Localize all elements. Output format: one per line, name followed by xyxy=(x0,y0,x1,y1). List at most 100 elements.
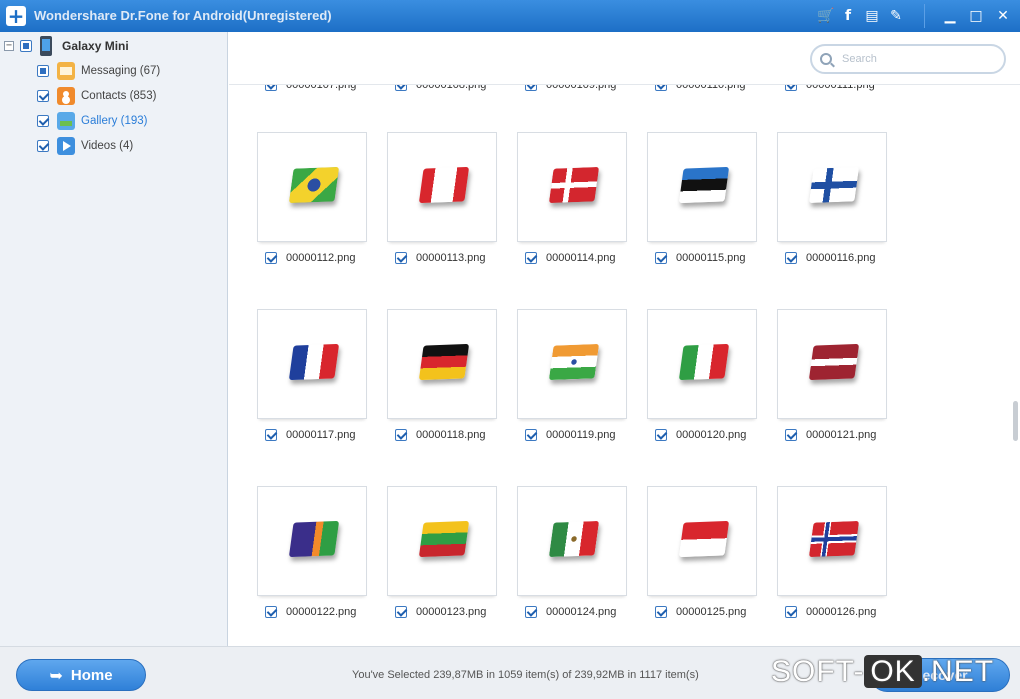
thumbnail-frame[interactable] xyxy=(387,486,497,596)
tree-device-galaxy-mini[interactable]: − Galaxy Mini xyxy=(4,36,129,56)
thumbnail-frame[interactable] xyxy=(387,132,497,242)
thumbnail-checkbox[interactable] xyxy=(525,85,537,91)
thumbnail-checkbox[interactable] xyxy=(395,606,407,618)
contacts-checkbox[interactable] xyxy=(37,90,49,102)
thumbnail-checkbox[interactable] xyxy=(785,606,797,618)
thumbnail-checkbox[interactable] xyxy=(655,85,667,91)
thumbnail-frame[interactable] xyxy=(777,309,887,419)
thumbnail-label[interactable]: 00000108.png xyxy=(395,85,486,91)
thumbnail-checkbox[interactable] xyxy=(395,85,407,91)
messaging-checkbox[interactable] xyxy=(37,65,49,77)
thumbnail-checkbox[interactable] xyxy=(525,429,537,441)
thumbnail-checkbox[interactable] xyxy=(525,252,537,264)
thumbnail-checkbox[interactable] xyxy=(265,606,277,618)
videos-checkbox[interactable] xyxy=(37,140,49,152)
thumbnail-checkbox[interactable] xyxy=(525,606,537,618)
thumbnail-label[interactable]: 00000107.png xyxy=(265,85,356,91)
thumbnail-label[interactable]: 00000109.png xyxy=(525,85,616,91)
minimize-icon[interactable]: ▁ xyxy=(940,6,960,26)
thumbnail-label[interactable]: 00000114.png xyxy=(525,252,616,264)
thumbnail-checkbox[interactable] xyxy=(395,252,407,264)
thumbnail-label[interactable]: 00000112.png xyxy=(265,252,356,264)
sidebar-item-videos[interactable]: Videos (4) xyxy=(37,136,133,156)
thumbnail-label[interactable]: 00000118.png xyxy=(395,429,486,441)
thumbnail-label[interactable]: 00000121.png xyxy=(785,429,876,441)
gallery-thumbnail[interactable]: 00000126.png xyxy=(777,486,887,618)
thumbnail-checkbox[interactable] xyxy=(265,85,277,91)
gallery-thumbnail[interactable]: 00000122.png xyxy=(257,486,367,618)
thumbnail-frame[interactable] xyxy=(257,132,367,242)
gallery-thumbnail[interactable]: 00000113.png xyxy=(387,132,497,264)
thumbnail-frame[interactable] xyxy=(647,486,757,596)
gallery-thumbnail[interactable]: 00000114.png xyxy=(517,132,627,264)
thumbnail-filename: 00000118.png xyxy=(416,429,486,441)
thumbnail-frame[interactable] xyxy=(777,132,887,242)
thumbnail-label[interactable]: 00000125.png xyxy=(655,606,746,618)
thumbnail-checkbox[interactable] xyxy=(785,252,797,264)
sidebar-item-label: Gallery (193) xyxy=(81,115,148,127)
thumbnail-frame[interactable] xyxy=(647,309,757,419)
thumbnail-frame[interactable] xyxy=(517,309,627,419)
sidebar-item-contacts[interactable]: Contacts (853) xyxy=(37,86,156,106)
gallery-thumbnail[interactable]: 00000119.png xyxy=(517,309,627,441)
mexico-flag-icon xyxy=(548,520,600,558)
feedback-icon[interactable]: ✎ xyxy=(886,6,906,26)
thumbnail-frame[interactable] xyxy=(647,132,757,242)
thumbnail-label[interactable]: 00000116.png xyxy=(785,252,876,264)
thumbnail-frame[interactable] xyxy=(257,486,367,596)
chat-icon[interactable]: ▤ xyxy=(862,6,882,26)
thumbnail-label[interactable]: 00000110.png xyxy=(655,85,746,91)
gallery-thumbnail[interactable]: 00000124.png xyxy=(517,486,627,618)
gallery-thumbnail[interactable]: 00000121.png xyxy=(777,309,887,441)
gallery-thumbnail[interactable]: 00000117.png xyxy=(257,309,367,441)
sidebar-item-gallery[interactable]: Gallery (193) xyxy=(37,111,147,131)
maximize-icon[interactable]: □ xyxy=(966,6,986,26)
thumbnail-frame[interactable] xyxy=(517,486,627,596)
gallery-thumbnail[interactable]: 00000116.png xyxy=(777,132,887,264)
gallery-icon xyxy=(57,112,75,130)
thumbnail-label[interactable]: 00000113.png xyxy=(395,252,486,264)
thumbnail-frame[interactable] xyxy=(517,132,627,242)
thumbnail-frame[interactable] xyxy=(777,486,887,596)
gallery-thumbnail[interactable]: 00000123.png xyxy=(387,486,497,618)
home-button[interactable]: ➥ Home xyxy=(16,659,146,691)
thumbnail-checkbox[interactable] xyxy=(655,429,667,441)
thumbnail-label[interactable]: 00000115.png xyxy=(655,252,746,264)
gallery-checkbox[interactable] xyxy=(37,115,49,127)
thumbnail-label[interactable]: 00000111.png xyxy=(785,85,875,91)
sidebar-item-label: Contacts (853) xyxy=(81,90,157,102)
norway-flag-icon xyxy=(808,520,860,558)
search-input[interactable] xyxy=(842,53,982,65)
close-icon[interactable]: ✕ xyxy=(993,6,1013,26)
gallery-thumbnail[interactable]: 00000120.png xyxy=(647,309,757,441)
thumbnail-checkbox[interactable] xyxy=(785,85,797,91)
sidebar-item-messaging[interactable]: Messaging (67) xyxy=(37,61,160,81)
scrollbar-thumb[interactable] xyxy=(1013,401,1018,441)
thumbnail-label[interactable]: 00000126.png xyxy=(785,606,876,618)
thumbnail-label[interactable]: 00000117.png xyxy=(265,429,356,441)
device-checkbox[interactable] xyxy=(20,40,32,52)
search-box[interactable] xyxy=(810,44,1006,74)
facebook-icon[interactable]: f xyxy=(838,6,858,26)
thumbnail-label[interactable]: 00000120.png xyxy=(655,429,746,441)
thumbnail-checkbox[interactable] xyxy=(785,429,797,441)
thumbnail-checkbox[interactable] xyxy=(265,429,277,441)
thumbnail-checkbox[interactable] xyxy=(265,252,277,264)
thumbnail-label[interactable]: 00000123.png xyxy=(395,606,486,618)
thumbnail-frame[interactable] xyxy=(387,309,497,419)
gallery-thumbnail[interactable]: 00000125.png xyxy=(647,486,757,618)
thumbnail-frame[interactable] xyxy=(257,309,367,419)
gallery-thumbnail[interactable]: 00000112.png xyxy=(257,132,367,264)
thumbnail-label[interactable]: 00000122.png xyxy=(265,606,356,618)
thumbnail-label[interactable]: 00000124.png xyxy=(525,606,616,618)
thumbnail-checkbox[interactable] xyxy=(655,252,667,264)
thumbnail-checkbox[interactable] xyxy=(395,429,407,441)
watermark-ok: OK xyxy=(864,655,922,688)
collapse-icon[interactable]: − xyxy=(4,41,14,51)
gallery-thumbnail[interactable]: 00000118.png xyxy=(387,309,497,441)
sidebar-item-label: Messaging (67) xyxy=(81,65,161,77)
cart-icon[interactable]: 🛒 xyxy=(816,6,836,26)
thumbnail-label[interactable]: 00000119.png xyxy=(525,429,616,441)
gallery-thumbnail[interactable]: 00000115.png xyxy=(647,132,757,264)
thumbnail-checkbox[interactable] xyxy=(655,606,667,618)
